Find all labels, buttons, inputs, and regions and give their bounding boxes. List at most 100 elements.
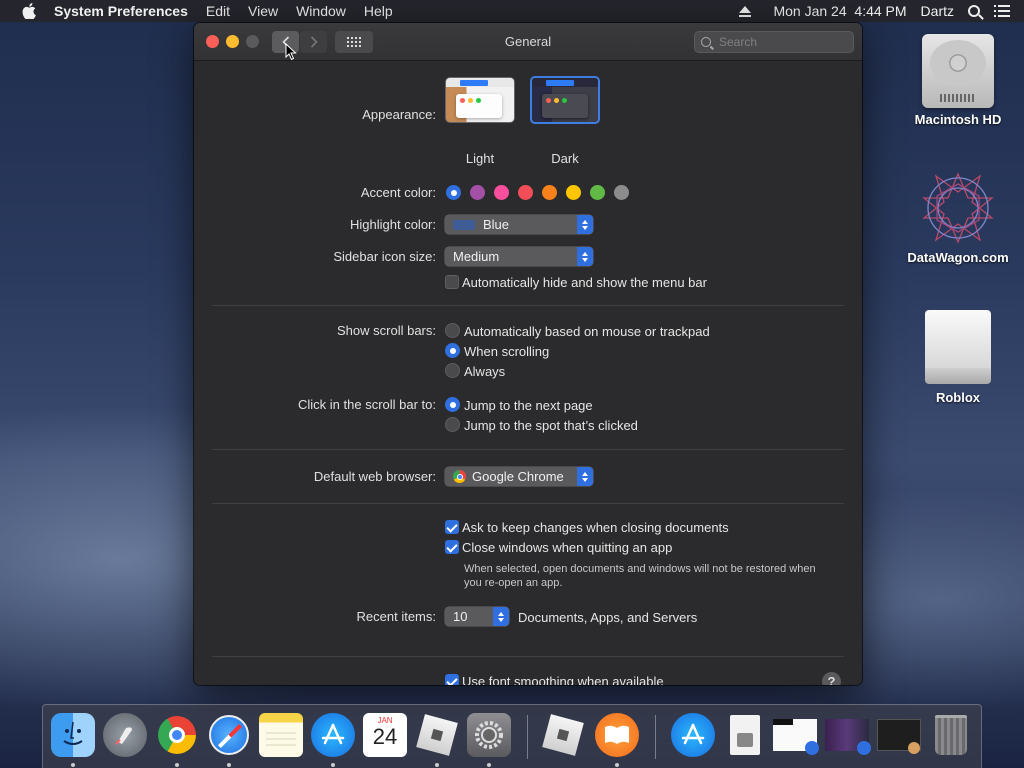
accent-yellow[interactable] [566,185,581,200]
menu-bar: System Preferences Edit View Window Help… [0,0,1024,22]
menu-help[interactable]: Help [364,3,393,19]
ask-keep-changes-checkbox[interactable] [445,520,459,534]
scrollbars-always-radio[interactable] [445,363,460,378]
accent-red[interactable] [518,185,533,200]
appearance-dark-option[interactable] [530,76,600,124]
search-input[interactable] [719,35,847,49]
running-indicator [487,763,491,767]
scrollbars-auto-label: Automatically based on mouse or trackpad [464,324,710,339]
highlight-color-popup[interactable]: Blue [445,215,593,234]
launchpad-icon[interactable] [103,713,147,757]
desktop-icon-datawagon[interactable]: DataWagon.com [903,170,1013,265]
font-smoothing-checkbox[interactable] [445,674,459,685]
show-scroll-bars-label: Show scroll bars: [337,323,436,338]
section-divider [212,305,844,306]
roblox-icon[interactable] [415,713,459,757]
general-pane: Appearance: Light Dark Accent color: Hig… [194,61,862,685]
system-preferences-window: General Appearance: Light Dark Accent co… [194,23,862,685]
jump-to-spot-label: Jump to the spot that’s clicked [464,418,638,433]
hard-drive-icon [922,34,994,108]
running-indicator [615,763,619,767]
menu-window[interactable]: Window [296,3,346,19]
close-windows-note: When selected, open documents and window… [464,563,816,589]
appearance-light-option[interactable] [445,77,515,123]
file-icon[interactable] [723,713,767,757]
menu-view[interactable]: View [248,3,278,19]
default-browser-popup[interactable]: Google Chrome [445,467,593,486]
popup-arrows-icon [493,607,509,626]
zoom-window-button[interactable] [246,35,259,48]
recent-items-label: Recent items: [356,609,436,624]
finder-icon[interactable] [51,713,95,757]
jump-to-spot-radio[interactable] [445,417,460,432]
menu-clock[interactable]: Mon Jan 24 4:44 PM [773,3,906,19]
autohide-menubar-checkbox[interactable] [445,275,459,289]
font-smoothing-label: Use font smoothing when available [462,674,664,685]
dock-divider [527,715,528,759]
ask-keep-changes-label: Ask to keep changes when closing documen… [462,520,729,535]
help-button[interactable]: ? [822,672,841,685]
default-browser-label: Default web browser: [313,469,436,484]
appearance-light-label: Light [465,151,495,166]
chrome-icon[interactable] [155,713,199,757]
spotlight-icon[interactable] [968,5,980,17]
apple-menu-icon[interactable] [18,0,40,22]
trash-icon[interactable] [929,713,973,757]
system-preferences-icon[interactable] [467,713,511,757]
appearance-label: Appearance: [362,107,436,122]
accent-orange[interactable] [542,185,557,200]
minimize-window-button[interactable] [226,35,239,48]
section-divider [212,656,844,657]
desktop-icon-roblox[interactable]: Roblox [903,310,1013,405]
popup-arrows-icon [577,467,593,486]
running-indicator [227,763,231,767]
menu-app-name[interactable]: System Preferences [54,3,188,19]
close-window-button[interactable] [206,35,219,48]
forward-button[interactable] [300,31,327,53]
screenshot-icon[interactable] [825,713,871,757]
running-indicator [331,763,335,767]
roblox-studio-icon[interactable] [541,713,585,757]
scrollbars-when-scrolling-label: When scrolling [464,344,550,359]
jump-next-page-radio[interactable] [445,397,460,412]
recent-items-value: 10 [453,609,468,624]
notes-icon[interactable] [259,713,303,757]
jump-next-page-label: Jump to the next page [464,398,593,413]
close-windows-checkbox[interactable] [445,540,459,554]
accent-blue[interactable] [446,185,461,200]
app-store-icon[interactable] [311,713,355,757]
menu-user[interactable]: Dartz [921,3,954,19]
popup-arrows-icon [577,215,593,234]
accent-color-label: Accent color: [360,185,436,200]
running-indicator [71,763,75,767]
accent-purple[interactable] [470,185,485,200]
desktop-icon-macintosh-hd[interactable]: Macintosh HD [903,34,1013,127]
section-divider [212,449,844,450]
accent-pink[interactable] [494,185,509,200]
scrollbars-when-scrolling-radio[interactable] [445,343,460,358]
notification-center-icon[interactable] [994,5,1010,17]
calendar-icon[interactable]: JAN 24 [363,713,407,757]
section-divider [212,503,844,504]
sidebar-icon-size-popup[interactable]: Medium [445,247,593,266]
accent-graphite[interactable] [614,185,629,200]
search-field[interactable] [694,31,854,53]
books-icon[interactable] [595,713,639,757]
datawagon-star-icon [920,170,996,246]
recent-items-popup[interactable]: 10 [445,607,509,626]
scrollbars-auto-radio[interactable] [445,323,460,338]
appearance-dark-label: Dark [551,151,579,166]
dock: JAN 24 [42,704,982,768]
highlight-color-label: Highlight color: [350,217,436,232]
sidebar-icon-size-value: Medium [453,249,500,264]
safari-icon[interactable] [207,713,251,757]
accent-green[interactable] [590,185,605,200]
show-all-button[interactable] [335,31,373,53]
menu-edit[interactable]: Edit [206,3,230,19]
running-indicator [435,763,439,767]
window-icon[interactable] [877,713,921,757]
eject-icon[interactable] [739,5,752,17]
app-store-folder-icon[interactable] [671,713,715,757]
image-icon[interactable] [773,713,819,757]
running-indicator [175,763,179,767]
